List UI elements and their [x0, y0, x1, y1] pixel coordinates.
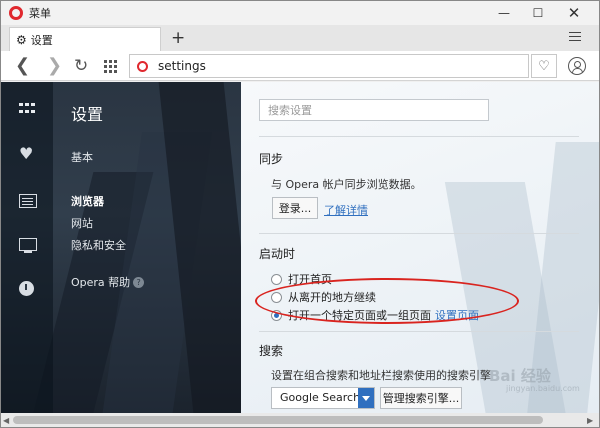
- search-settings-input[interactable]: [259, 99, 489, 121]
- close-button[interactable]: ✕: [557, 1, 591, 25]
- speed-dial-icon[interactable]: [104, 60, 118, 73]
- settings-main: 同步 与 Opera 帐户同步浏览数据。 登录... 了解详情 启动时 打开首页…: [241, 82, 599, 413]
- gear-icon: ⚙: [16, 32, 27, 47]
- account-icon[interactable]: [568, 57, 586, 75]
- opera-logo-icon[interactable]: [9, 6, 23, 20]
- opera-logo-icon: [137, 60, 148, 72]
- heart-icon[interactable]: ♥: [19, 144, 33, 163]
- bookmark-heart-icon[interactable]: ♡: [531, 54, 557, 78]
- highlight-ellipse: [255, 278, 519, 324]
- forward-icon[interactable]: ❯: [47, 55, 62, 77]
- sidebar-item-browser[interactable]: 浏览器: [71, 193, 104, 209]
- login-button[interactable]: 登录...: [272, 197, 318, 219]
- title-bar: 菜单 — ☐ ✕: [1, 1, 599, 25]
- sidebar-title: 设置: [71, 105, 104, 124]
- maximize-button[interactable]: ☐: [521, 1, 555, 25]
- sidebar-item-websites[interactable]: 网站: [71, 215, 93, 231]
- tab-label: 设置: [30, 33, 53, 47]
- radio-homepage[interactable]: [271, 273, 282, 285]
- watermark-url: jingyan.baidu.com: [506, 384, 580, 393]
- sync-title: 同步: [259, 152, 284, 166]
- sync-description: 与 Opera 帐户同步浏览数据。: [271, 178, 422, 191]
- divider: [259, 233, 579, 234]
- chevron-down-icon[interactable]: [358, 388, 374, 408]
- sidebar-item-basic[interactable]: 基本: [71, 149, 93, 165]
- tab-strip: ⚙ 设置 +: [1, 25, 599, 51]
- menu-button[interactable]: 菜单: [29, 5, 51, 21]
- settings-sidebar: ♥ 设置 基本 浏览器 网站 隐私和安全 Opera 帮助?: [1, 82, 241, 413]
- sidebar-item-privacy[interactable]: 隐私和安全: [71, 237, 126, 253]
- search-title: 搜索: [259, 344, 284, 358]
- new-tab-button[interactable]: +: [171, 27, 185, 49]
- clock-icon[interactable]: [19, 281, 34, 296]
- browser-icon[interactable]: [19, 194, 37, 208]
- startup-title: 启动时: [259, 247, 296, 261]
- sidebar-item-help[interactable]: Opera 帮助?: [71, 274, 145, 290]
- speed-dial-icon[interactable]: [19, 103, 35, 115]
- minimize-button[interactable]: —: [487, 1, 521, 25]
- address-text[interactable]: settings: [158, 59, 206, 73]
- monitor-icon[interactable]: [19, 238, 37, 253]
- browser-window: 菜单 — ☐ ✕ ⚙ 设置 + ❮ ❯ ↻ settings ♡ ♥ 设置 基本…: [0, 0, 600, 428]
- scrollbar-thumb[interactable]: [13, 416, 543, 424]
- scroll-right-icon[interactable]: ▶: [587, 416, 593, 425]
- search-description: 设置在组合搜索和地址栏搜索使用的搜索引擎: [271, 369, 491, 382]
- search-engine-value: Google Search: [280, 391, 361, 404]
- address-bar[interactable]: settings: [129, 54, 529, 78]
- scroll-left-icon[interactable]: ◀: [3, 416, 9, 425]
- back-icon[interactable]: ❮: [15, 55, 30, 77]
- watermark-logo: Bai 经验: [489, 367, 551, 385]
- search-engine-select[interactable]: Google Search: [271, 387, 375, 409]
- divider: [259, 136, 579, 137]
- navigation-bar: ❮ ❯ ↻ settings ♡: [1, 51, 599, 81]
- help-icon: ?: [133, 277, 145, 288]
- manage-search-engines-button[interactable]: 管理搜索引擎...: [380, 387, 462, 409]
- reload-icon[interactable]: ↻: [74, 55, 88, 77]
- tab-settings[interactable]: ⚙ 设置: [9, 27, 161, 51]
- page-content: ♥ 设置 基本 浏览器 网站 隐私和安全 Opera 帮助? 同步 与 Oper…: [1, 82, 599, 413]
- tab-menu-icon[interactable]: [569, 32, 581, 44]
- sidebar-icon-rail: ♥: [1, 82, 53, 413]
- learn-more-link[interactable]: 了解详情: [324, 202, 368, 218]
- help-label: Opera 帮助: [71, 276, 131, 289]
- horizontal-scrollbar[interactable]: ◀ ▶: [1, 413, 599, 427]
- divider: [259, 331, 579, 332]
